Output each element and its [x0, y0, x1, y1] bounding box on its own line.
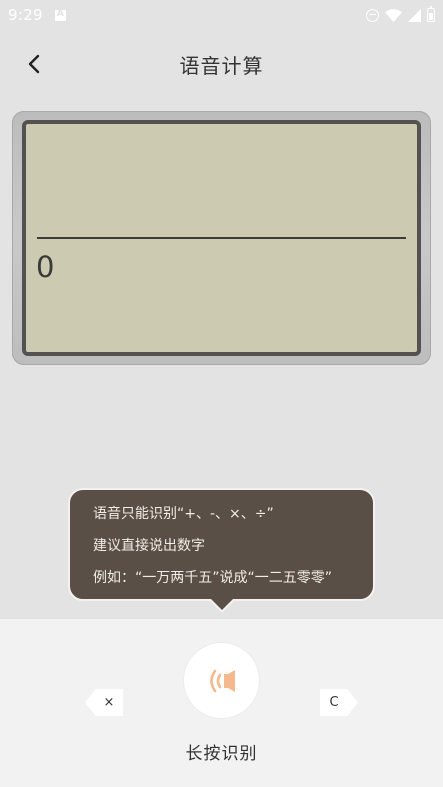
tooltip-line: 建议直接说出数字	[93, 538, 205, 554]
a-icon	[54, 9, 66, 21]
clear-label: C	[329, 695, 339, 710]
calculator-display: 0	[22, 120, 421, 356]
voice-control-panel: × C 长按识别	[0, 619, 443, 787]
back-button[interactable]	[18, 48, 50, 80]
status-time: 9:29	[8, 6, 43, 24]
wifi-icon	[385, 8, 402, 22]
display-divider	[37, 237, 406, 239]
status-right	[366, 6, 435, 22]
battery-icon	[427, 6, 435, 22]
voice-wave-icon	[209, 669, 235, 692]
display-value: 0	[36, 250, 55, 284]
status-bar: 9:29	[0, 0, 443, 30]
tooltip-arrow	[211, 599, 233, 610]
delete-label: ×	[103, 695, 115, 710]
chevron-left-icon	[28, 54, 40, 74]
status-left: 9:29	[8, 6, 66, 24]
header: 语音计算	[0, 40, 443, 88]
delete-button[interactable]: ×	[85, 689, 123, 716]
calculator-display-frame: 0	[12, 111, 431, 365]
signal-icon	[408, 8, 421, 22]
long-press-hint: 长按识别	[185, 744, 258, 764]
do-not-disturb-icon	[366, 8, 379, 22]
tooltip-line: 语音只能识别“+、-、×、÷”	[93, 506, 274, 522]
voice-hint-tooltip: 语音只能识别“+、-、×、÷” 建议直接说出数字 例如：“一万两千五”说成“一二…	[68, 488, 375, 601]
tooltip-line: 例如：“一万两千五”说成“一二五零零”	[93, 570, 333, 586]
page-title: 语音计算	[179, 53, 264, 78]
voice-record-button[interactable]	[184, 643, 259, 718]
clear-button[interactable]: C	[320, 689, 358, 716]
